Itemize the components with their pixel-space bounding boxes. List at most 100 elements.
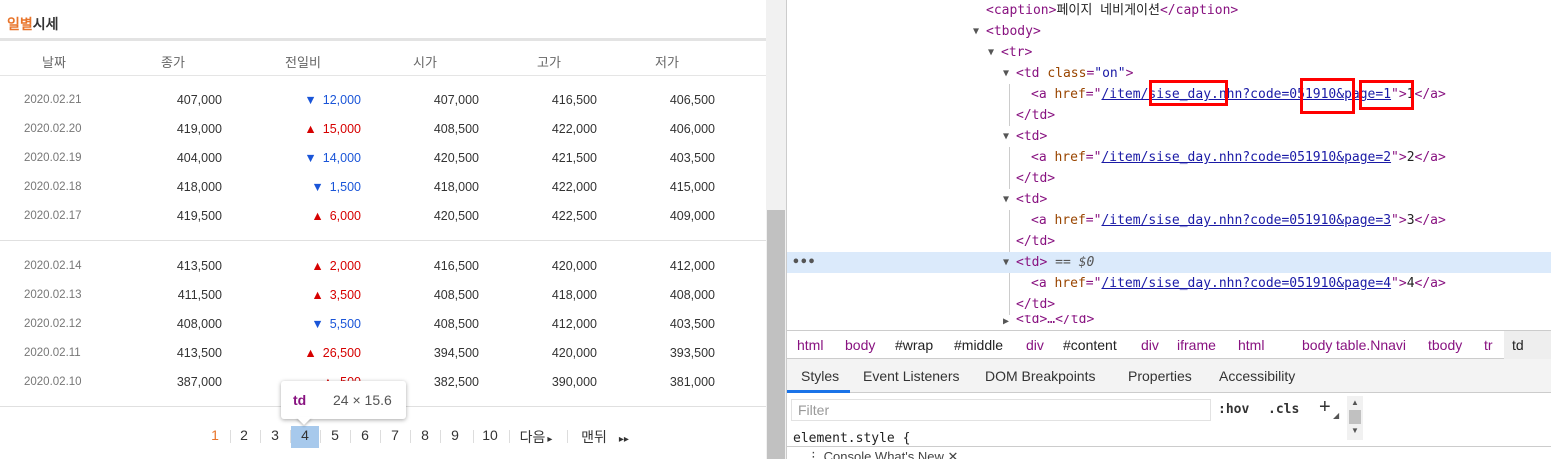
breadcrumb-item[interactable]: div [1026, 337, 1044, 353]
dom-node-td[interactable]: ▼ <td> [787, 126, 1551, 147]
dom-node-td-close[interactable]: </td> [787, 231, 1551, 252]
hov-button[interactable]: :hov [1218, 402, 1249, 417]
open-cell: 420,500 [433, 209, 479, 223]
col-open: 시가 [413, 55, 437, 70]
expand-triangle-icon[interactable]: ▼ [1003, 252, 1009, 273]
tab-event-listeners[interactable]: Event Listeners [863, 368, 960, 384]
cls-button[interactable]: .cls [1268, 402, 1299, 417]
collapse-triangle-icon[interactable]: ▶ [1003, 315, 1009, 330]
scroll-down-icon[interactable]: ▼ [1351, 426, 1359, 435]
expand-triangle-icon[interactable]: ▼ [1003, 189, 1009, 210]
dom-node-partial[interactable]: ▶ <td>…</td> [787, 315, 1551, 330]
open-cell: 394,500 [433, 346, 479, 360]
page-link-3[interactable]: 3 [271, 427, 279, 443]
devtools-panel: <caption>페이지 네비게이션</caption> ▼ <tbody> ▼… [786, 0, 1551, 459]
page-scrollbar-thumb[interactable] [767, 210, 785, 459]
diff-value: 12,000 [322, 93, 361, 107]
date-cell: 2020.02.12 [24, 318, 82, 330]
breadcrumb-item[interactable]: table.Nnavi [1336, 337, 1406, 353]
dom-node-tr[interactable]: ▼ <tr> [787, 42, 1551, 63]
breadcrumb-item[interactable]: html [797, 337, 823, 353]
breadcrumb-item[interactable]: tr [1484, 337, 1493, 353]
low-cell: 406,000 [669, 122, 715, 136]
breadcrumb-item[interactable]: iframe [1177, 337, 1216, 353]
new-style-rule-button[interactable]: + [1319, 396, 1331, 419]
date-cell: 2020.02.17 [24, 210, 82, 222]
dom-node-anchor[interactable]: <a href="/item/sise_day.nhn?code=051910&… [787, 210, 1551, 231]
a-open-tag: <a [1031, 276, 1047, 291]
page-link-1[interactable]: 1 [211, 427, 219, 443]
table-row: 2020.02.11 413,500 394,500 420,000 393,500 ▲ 2… [0, 339, 766, 368]
dom-node-tbody[interactable]: ▼ <tbody> [787, 21, 1551, 42]
dom-node-td[interactable]: ▼ <td> [787, 189, 1551, 210]
tab-styles[interactable]: Styles [801, 368, 839, 384]
expand-triangle-icon[interactable]: ▼ [1003, 63, 1009, 84]
dom-node-td-close[interactable]: </td> [787, 294, 1551, 315]
page-link-8[interactable]: 8 [421, 427, 429, 443]
a-open-tag: <a [1031, 213, 1047, 228]
td-close-tag: </td> [1016, 171, 1056, 186]
expand-triangle-icon[interactable]: ▼ [973, 21, 979, 42]
dom-node-caption[interactable]: <caption>페이지 네비게이션</caption> [787, 0, 1551, 21]
next-page-link[interactable]: 다음 ▸ [520, 427, 553, 447]
diff-value: 5,500 [329, 317, 361, 331]
breadcrumb-item[interactable]: #middle [954, 337, 1003, 353]
breadcrumb-item[interactable]: tbody [1428, 337, 1462, 353]
col-low: 저가 [655, 55, 679, 70]
low-cell: 381,000 [669, 375, 715, 389]
dom-node-anchor[interactable]: <a href="/item/sise_day.nhn?code=051910&… [787, 147, 1551, 168]
diff-value: 26,500 [322, 346, 361, 360]
diff-value: 6,000 [329, 209, 361, 223]
open-cell: 408,500 [433, 317, 479, 331]
breadcrumb-item[interactable]: div [1141, 337, 1159, 353]
href-link[interactable]: /item/sise_day.nhn?code=051910&page=4 [1101, 276, 1391, 291]
href-link[interactable]: /item/sise_day.nhn?code=051910&page=3 [1101, 213, 1391, 228]
page-link-5[interactable]: 5 [331, 427, 339, 443]
breadcrumb-item[interactable]: td [1512, 337, 1524, 353]
table-row: 2020.02.21 407,000 407,000 416,500 406,500 ▼ 1… [0, 86, 766, 115]
diff-cell: ▲ 6,000 [311, 209, 361, 223]
page-separator [350, 430, 351, 443]
more-options-icon[interactable]: ••• [792, 252, 815, 273]
up-arrow-icon: ▲ [311, 259, 324, 273]
page-link-10[interactable]: 10 [482, 427, 498, 443]
title-accent: 일별 [7, 16, 33, 32]
href-link[interactable]: /item/sise_day.nhn?code=051910&page=2 [1101, 150, 1391, 165]
tab-properties[interactable]: Properties [1128, 368, 1192, 384]
table-row: 2020.02.14 413,500 416,500 420,000 412,000 ▲ 2… [0, 252, 766, 281]
page-link-7[interactable]: 7 [391, 427, 399, 443]
high-cell: 420,000 [551, 346, 597, 360]
page-link-6[interactable]: 6 [361, 427, 369, 443]
breadcrumb-item[interactable]: #content [1063, 337, 1117, 353]
dom-node-td[interactable]: ••• ▼ <td> == $0 [787, 252, 1551, 273]
dom-node-anchor[interactable]: <a href="/item/sise_day.nhn?code=051910&… [787, 273, 1551, 294]
close-cell: 387,000 [176, 375, 222, 389]
page-separator [290, 430, 291, 443]
scroll-up-icon[interactable]: ▲ [1351, 398, 1359, 407]
tab-accessibility[interactable]: Accessibility [1219, 368, 1295, 384]
open-cell: 408,500 [433, 122, 479, 136]
last-page-link[interactable]: 맨뒤 ▸▸ [581, 427, 629, 447]
expand-triangle-icon[interactable]: ▼ [988, 42, 994, 63]
breadcrumb-item[interactable]: #wrap [895, 337, 933, 353]
styles-filter-input[interactable]: Filter [791, 399, 1211, 421]
page-link-2[interactable]: 2 [240, 427, 248, 443]
breadcrumb-item[interactable]: html [1238, 337, 1264, 353]
styles-scrollbar-thumb[interactable] [1349, 410, 1361, 424]
dom-node-td-close[interactable]: </td> [787, 105, 1551, 126]
diff-cell: ▲ 15,000 [304, 122, 361, 136]
tab-dom-breakpoints[interactable]: DOM Breakpoints [985, 368, 1095, 384]
breadcrumb-item[interactable]: body [845, 337, 875, 353]
td-close-tag: </td> [1016, 234, 1056, 249]
dom-node-td-close[interactable]: </td> [787, 168, 1551, 189]
styles-scrollbar[interactable]: ▲ ▼ [1347, 396, 1363, 440]
drawer-tabs[interactable]: ⋮ Console What's New ✕ [807, 449, 958, 459]
expand-triangle-icon[interactable]: ▼ [1003, 126, 1009, 147]
breadcrumb-item[interactable]: body [1302, 337, 1332, 353]
page-link-4[interactable]: 4 [301, 427, 309, 443]
page-separator [440, 430, 441, 443]
page-link-9[interactable]: 9 [451, 427, 459, 443]
table-header: 날짜 종가 전일비 시가 고가 저가 [0, 41, 766, 76]
corner-caret-icon[interactable]: ◢ [1333, 411, 1339, 420]
inspect-tooltip: td 24 × 15.6 [281, 381, 406, 419]
